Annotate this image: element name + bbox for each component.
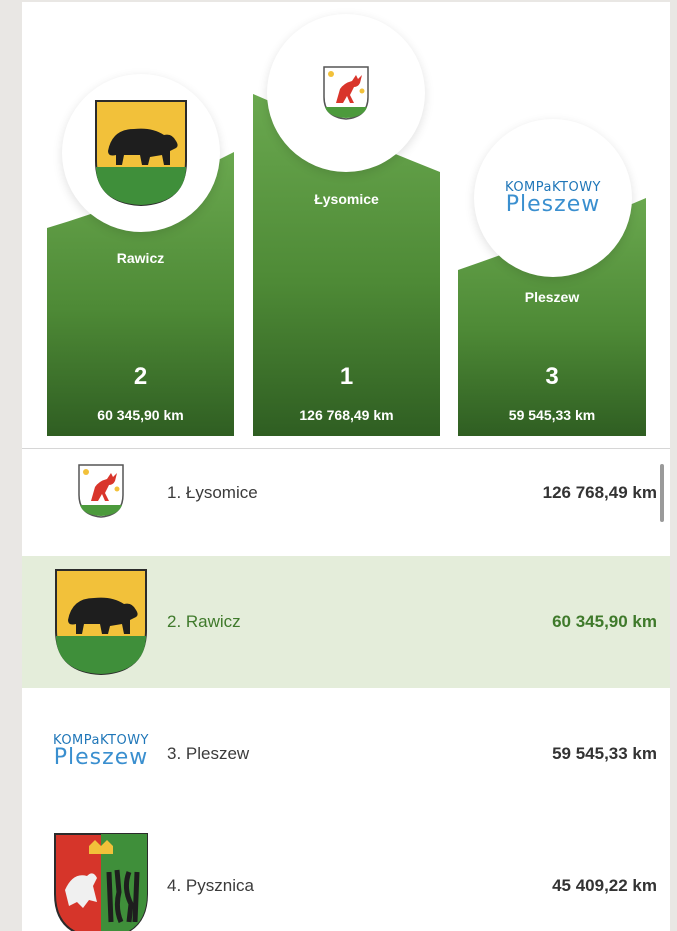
row-name: 2. Rawicz bbox=[167, 612, 241, 631]
row-distance: 126 768,49 km bbox=[542, 483, 657, 502]
row-distance: 59 545,33 km bbox=[552, 744, 657, 763]
podium-name-second: Rawicz bbox=[116, 250, 165, 266]
ranking-list[interactable]: 1. Łysomice 126 768,49 km 2. Rawicz 60 3… bbox=[22, 449, 670, 931]
leaderboard-card: Rawicz 2 60 345,90 km Łysomice 1 126 768… bbox=[22, 2, 670, 931]
list-item[interactable]: KOMPaKTOWY Pleszew 3. Pleszew 59 545,33 … bbox=[22, 688, 670, 820]
list-item[interactable]: 1. Łysomice 126 768,49 km bbox=[22, 449, 670, 556]
row-logo: KOMPaKTOWY Pleszew bbox=[36, 734, 166, 769]
podium-distance-third: 59 545,33 km bbox=[508, 407, 596, 423]
bear-coat-of-arms-icon bbox=[55, 569, 147, 676]
wordmark-line2: Pleszew bbox=[53, 745, 149, 770]
row-logo bbox=[36, 463, 166, 519]
row-name: 4. Pysznica bbox=[167, 876, 254, 895]
row-logo bbox=[36, 832, 166, 931]
row-logo bbox=[36, 568, 166, 676]
griffin-tools-coat-of-arms-icon bbox=[54, 833, 148, 931]
podium-logo-second bbox=[62, 74, 220, 232]
bear-coat-of-arms-icon bbox=[95, 100, 187, 207]
deer-coat-of-arms-icon bbox=[323, 66, 369, 120]
podium-distance-second: 60 345,90 km bbox=[97, 407, 184, 423]
row-distance: 45 409,22 km bbox=[552, 876, 657, 895]
podium-rank-second: 2 bbox=[133, 363, 148, 390]
kompaktowy-pleszew-logo: KOMPaKTOWY Pleszew bbox=[505, 181, 601, 216]
scrollbar[interactable] bbox=[660, 464, 664, 522]
deer-coat-of-arms-icon bbox=[78, 464, 124, 518]
podium-logo-third: KOMPaKTOWY Pleszew bbox=[474, 119, 632, 277]
podium-rank-third: 3 bbox=[545, 363, 559, 390]
row-distance: 60 345,90 km bbox=[552, 612, 657, 631]
podium-name-first: Łysomice bbox=[314, 191, 379, 207]
list-item[interactable]: 4. Pysznica 45 409,22 km bbox=[22, 820, 670, 931]
row-name: 1. Łysomice bbox=[167, 483, 258, 502]
podium-name-third: Pleszew bbox=[524, 289, 580, 305]
row-name: 3. Pleszew bbox=[167, 744, 250, 763]
wordmark-line2: Pleszew bbox=[505, 191, 601, 217]
podium: Rawicz 2 60 345,90 km Łysomice 1 126 768… bbox=[22, 2, 670, 448]
podium-distance-first: 126 768,49 km bbox=[299, 407, 394, 423]
kompaktowy-pleszew-logo: KOMPaKTOWY Pleszew bbox=[53, 734, 149, 769]
podium-logo-first bbox=[267, 14, 425, 172]
podium-rank-first: 1 bbox=[339, 363, 354, 390]
list-item-highlighted[interactable]: 2. Rawicz 60 345,90 km bbox=[22, 556, 670, 688]
